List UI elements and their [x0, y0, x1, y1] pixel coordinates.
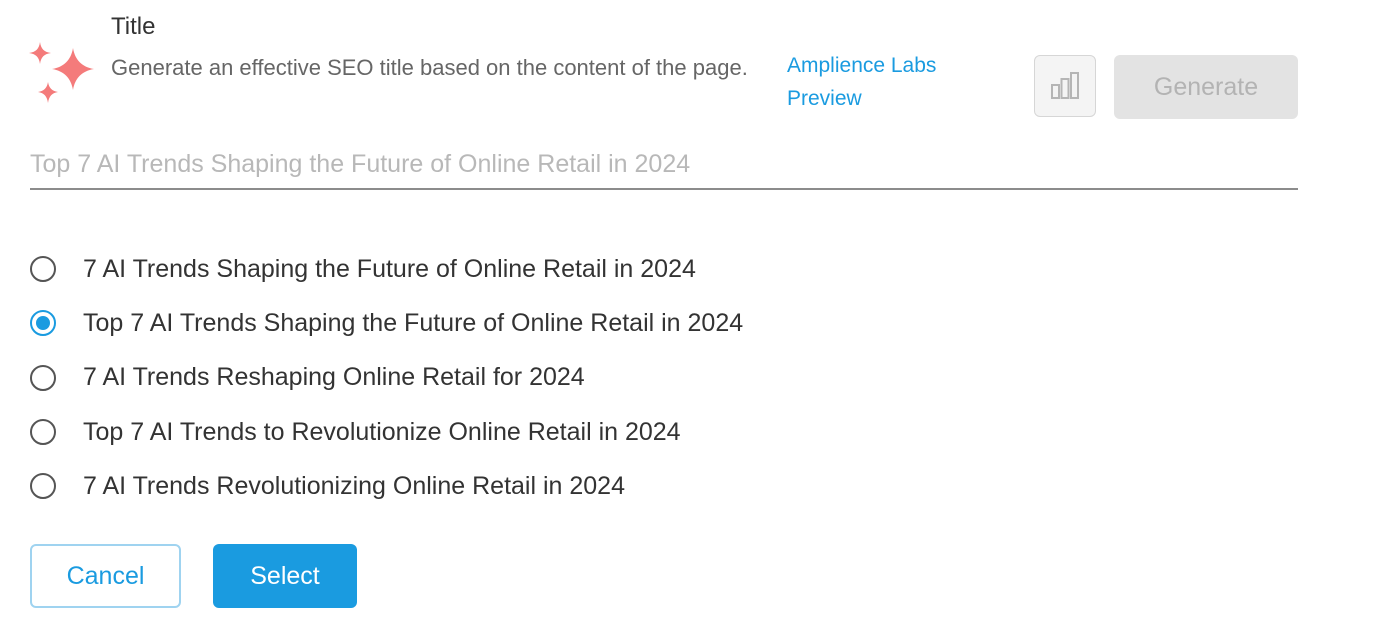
bar-chart-icon: [1051, 72, 1079, 99]
title-option[interactable]: 7 AI Trends Reshaping Online Retail for …: [30, 351, 1030, 405]
title-option[interactable]: Top 7 AI Trends to Revolutionize Online …: [30, 405, 1030, 459]
section-title: Title: [111, 13, 156, 40]
cancel-button[interactable]: Cancel: [30, 544, 181, 608]
select-button[interactable]: Select: [213, 544, 357, 608]
title-option[interactable]: Top 7 AI Trends Shaping the Future of On…: [30, 296, 1030, 350]
title-option[interactable]: 7 AI Trends Revolutionizing Online Retai…: [30, 459, 1030, 513]
option-radio[interactable]: [30, 419, 56, 446]
title-input[interactable]: [30, 140, 1298, 190]
option-radio[interactable]: [30, 256, 56, 283]
option-label: 7 AI Trends Revolutionizing Online Retai…: [83, 471, 625, 500]
option-radio[interactable]: [30, 364, 56, 391]
title-options: 7 AI Trends Shaping the Future of Online…: [30, 242, 1030, 513]
option-label: Top 7 AI Trends to Revolutionize Online …: [83, 417, 681, 446]
seo-title-generator: Title Generate an effective SEO title ba…: [0, 0, 1376, 632]
generate-button[interactable]: Generate: [1114, 55, 1298, 119]
amplience-labs-preview-link[interactable]: Amplience Labs Preview: [787, 49, 987, 115]
sparkle-icon: [29, 42, 94, 103]
option-label: 7 AI Trends Reshaping Online Retail for …: [83, 363, 585, 392]
title-option[interactable]: 7 AI Trends Shaping the Future of Online…: [30, 242, 1030, 296]
option-label: 7 AI Trends Shaping the Future of Online…: [83, 254, 696, 283]
option-radio[interactable]: [30, 473, 56, 500]
option-label: Top 7 AI Trends Shaping the Future of On…: [83, 308, 744, 337]
section-description: Generate an effective SEO title based on…: [111, 55, 748, 80]
option-radio[interactable]: [30, 310, 56, 337]
stats-button[interactable]: [1034, 55, 1096, 117]
